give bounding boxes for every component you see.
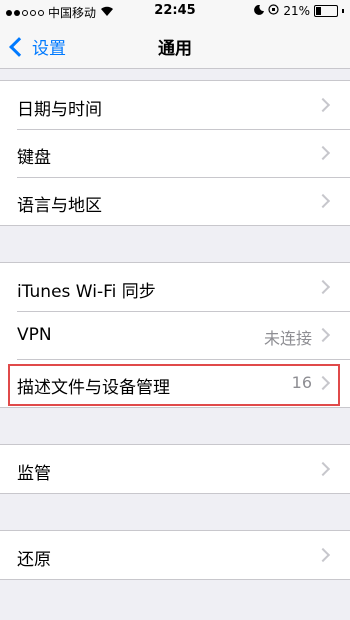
row-label: 监管 [17,464,51,484]
do-not-disturb-icon [254,4,265,18]
settings-group-1: 日期与时间 键盘 语言与地区 [0,80,350,226]
row-detail: 16 [291,373,312,392]
row-date-time[interactable]: 日期与时间 [0,81,350,129]
row-label: 还原 [17,550,51,570]
row-profiles-device-management[interactable]: 描述文件与设备管理 16 [0,359,350,407]
page-title: 通用 [158,39,192,59]
row-label: 语言与地区 [17,196,102,216]
row-vpn[interactable]: VPN 未连接 [0,311,350,359]
row-supervision[interactable]: 监管 [0,445,350,493]
chevron-right-icon [315,97,331,113]
row-itunes-wifi-sync[interactable]: iTunes Wi-Fi 同步 [0,263,350,311]
chevron-right-icon [315,375,331,391]
chevron-right-icon [315,279,331,295]
navigation-bar: 设置 通用 [0,22,350,69]
row-keyboard[interactable]: 键盘 [0,129,350,177]
settings-group-4: 还原 [0,530,350,580]
status-right: 21% [254,4,344,18]
chevron-right-icon [315,193,331,209]
row-label: 日期与时间 [17,100,102,120]
battery-icon [314,5,338,17]
chevron-right-icon [315,461,331,477]
row-label: 键盘 [17,148,51,168]
battery-tip [342,9,344,13]
chevron-right-icon [315,327,331,343]
settings-group-3: 监管 [0,444,350,494]
row-label: iTunes Wi-Fi 同步 [17,282,156,302]
row-language-region[interactable]: 语言与地区 [0,177,350,225]
row-detail: 未连接 [263,329,312,348]
status-bar: 中国移动 22:45 21% [0,0,350,22]
battery-percent: 21% [283,4,310,18]
row-label: 描述文件与设备管理 [17,378,170,398]
chevron-right-icon [315,547,331,563]
orientation-lock-icon [268,4,279,18]
settings-group-2: iTunes Wi-Fi 同步 VPN 未连接 描述文件与设备管理 16 [0,262,350,408]
row-label: VPN [17,325,52,345]
row-reset[interactable]: 还原 [0,531,350,579]
chevron-right-icon [315,145,331,161]
